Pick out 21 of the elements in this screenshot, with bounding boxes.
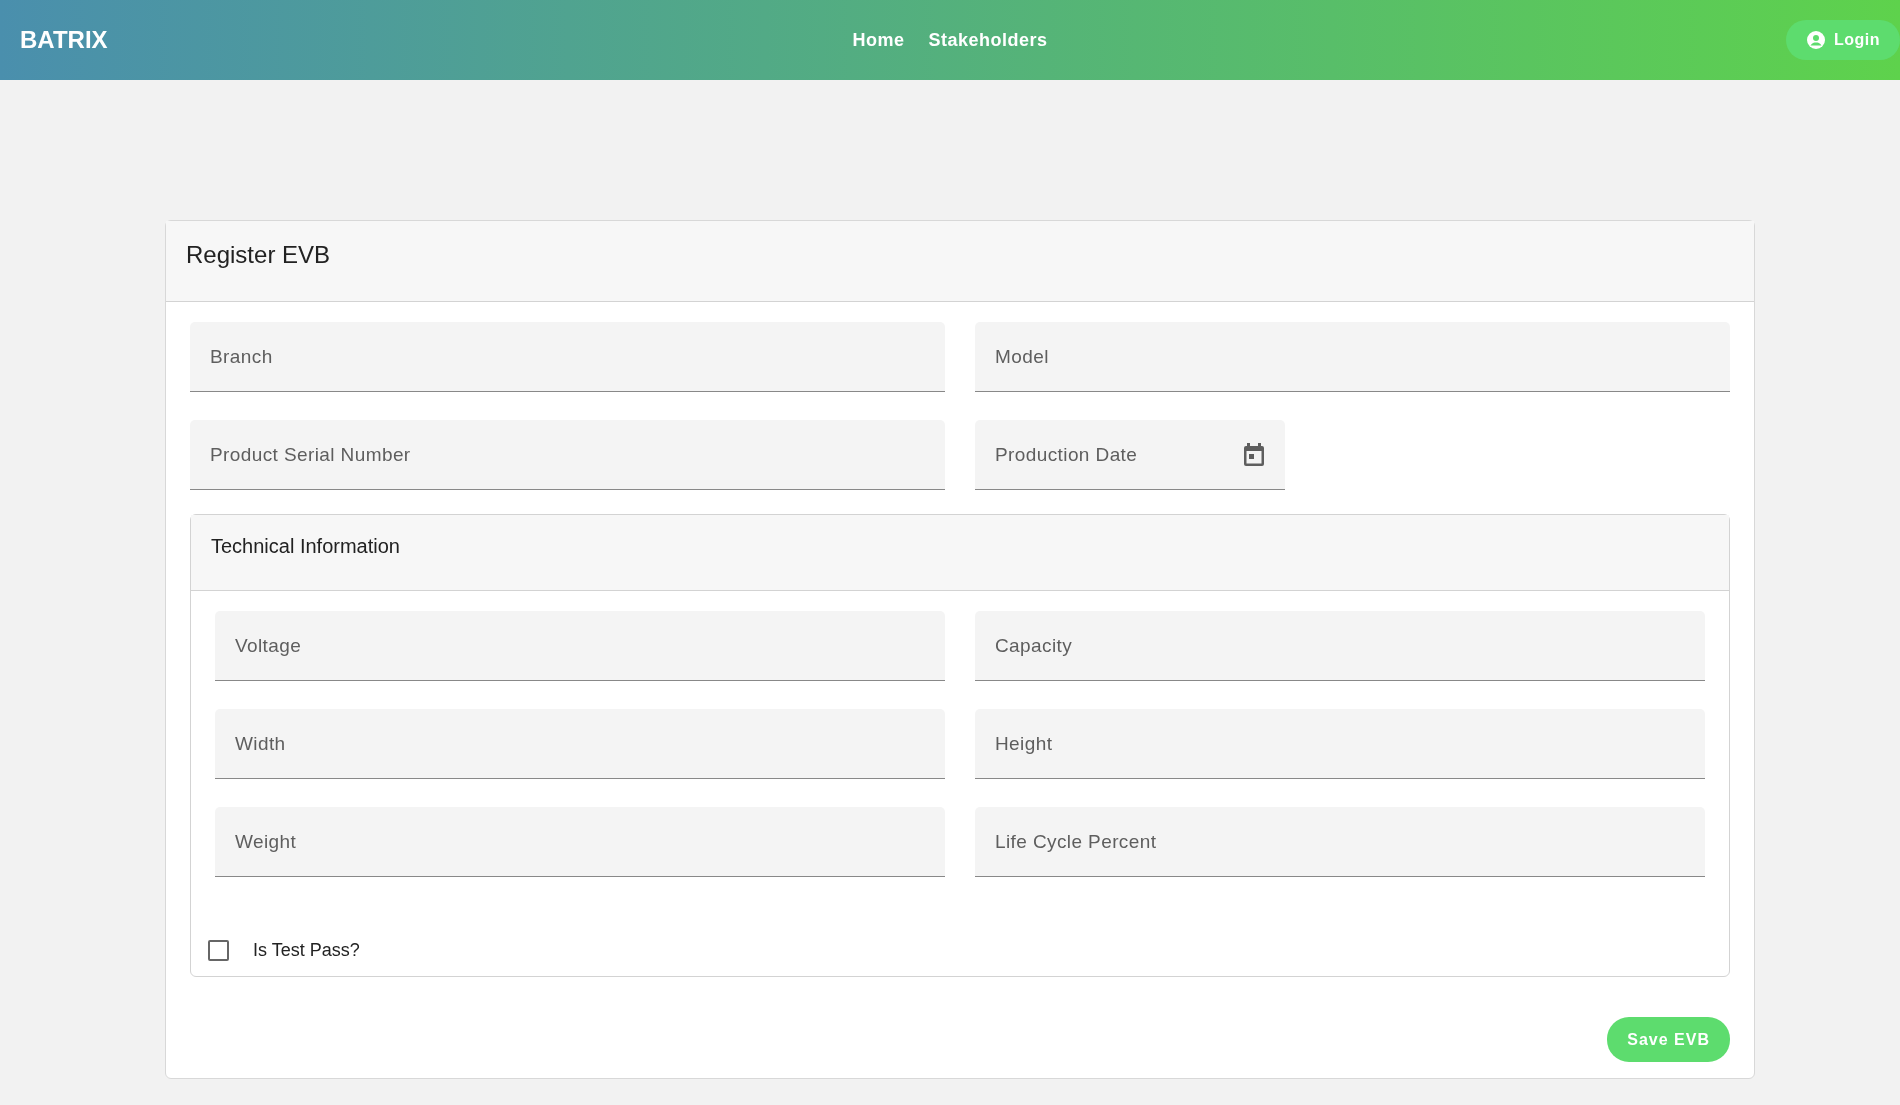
checkbox[interactable] (208, 940, 229, 961)
brand-logo[interactable]: BATRIX (20, 22, 108, 58)
calendar-icon[interactable] (1243, 443, 1265, 467)
input-field[interactable]: Height (975, 709, 1705, 779)
input-field[interactable]: Width (215, 709, 945, 779)
user-icon (1805, 30, 1826, 50)
date-field[interactable]: Production Date (975, 420, 1285, 490)
input-field[interactable]: Weight (215, 807, 945, 877)
input-field[interactable]: Life Cycle Percent (975, 807, 1705, 877)
checkbox-label: Is Test Pass? (253, 939, 360, 962)
card-title: Register EVB (166, 221, 1754, 302)
login-button[interactable]: Login (1785, 20, 1900, 60)
save-button[interactable]: Save EVB (1607, 1017, 1730, 1062)
input-field[interactable]: Voltage (215, 611, 945, 681)
input-field[interactable]: Branch (190, 322, 945, 392)
nav-link[interactable]: Stakeholders (928, 26, 1048, 54)
nav-link[interactable]: Home (852, 26, 905, 54)
input-field[interactable]: Product Serial Number (190, 420, 945, 490)
input-field[interactable]: Model (975, 322, 1730, 392)
section-title: Technical Information (191, 515, 1729, 591)
input-field[interactable]: Capacity (975, 611, 1705, 681)
